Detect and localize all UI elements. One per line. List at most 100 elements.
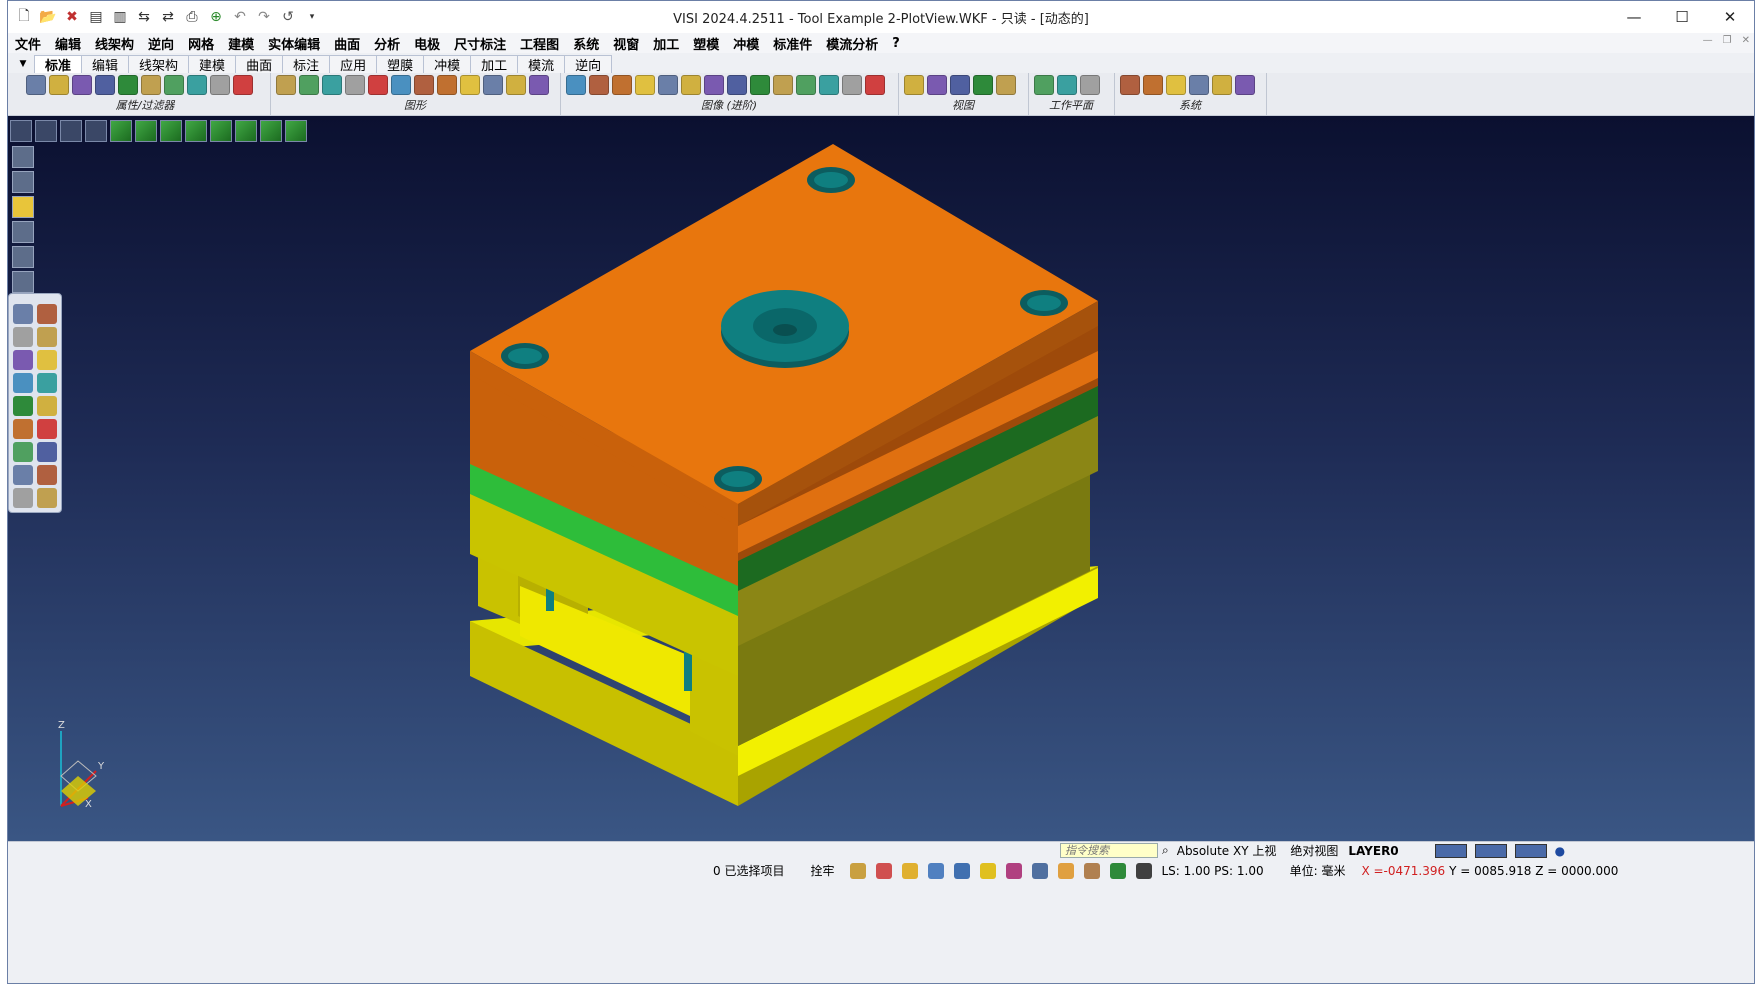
tab-standard[interactable]: 标准 bbox=[34, 55, 83, 74]
menu-standard-parts[interactable]: 标准件 bbox=[766, 34, 819, 53]
menu-reverse[interactable]: 逆向 bbox=[141, 34, 181, 53]
absolute-view-label[interactable]: 绝对视图 bbox=[1290, 842, 1338, 859]
view-plane-label[interactable]: Absolute XY 上视 bbox=[1177, 842, 1277, 859]
ribbon-tool-icon[interactable] bbox=[1120, 75, 1140, 95]
tab-annotate[interactable]: 标注 bbox=[282, 55, 331, 74]
menu-drawing[interactable]: 工程图 bbox=[513, 34, 566, 53]
menu-electrode[interactable]: 电极 bbox=[407, 34, 447, 53]
tab-edit[interactable]: 编辑 bbox=[81, 55, 130, 74]
ribbon-tool-icon[interactable] bbox=[506, 75, 526, 95]
ribbon-tool-icon[interactable] bbox=[118, 75, 138, 95]
ribbon-tool-icon[interactable] bbox=[973, 75, 993, 95]
ruler-icon[interactable] bbox=[1084, 862, 1101, 879]
ribbon-tool-icon[interactable] bbox=[141, 75, 161, 95]
ribbon-tool-icon[interactable] bbox=[276, 75, 296, 95]
tab-surface[interactable]: 曲面 bbox=[235, 55, 284, 74]
menu-surface[interactable]: 曲面 bbox=[327, 34, 367, 53]
menu-dimension[interactable]: 尺寸标注 bbox=[447, 34, 513, 53]
snap-icon[interactable] bbox=[1006, 862, 1023, 879]
tab-wireframe[interactable]: 线架构 bbox=[128, 55, 190, 74]
ribbon-tool-icon[interactable] bbox=[1034, 75, 1054, 95]
ribbon-tool-icon[interactable] bbox=[819, 75, 839, 95]
ribbon-tool-icon[interactable] bbox=[773, 75, 793, 95]
menu-mesh[interactable]: 网格 bbox=[181, 34, 221, 53]
pencil-icon[interactable] bbox=[850, 862, 867, 879]
ribbon-tool-icon[interactable] bbox=[842, 75, 862, 95]
ribbon-tool-icon[interactable] bbox=[483, 75, 503, 95]
menu-view[interactable]: 视窗 bbox=[606, 34, 646, 53]
maximize-button[interactable]: ☐ bbox=[1658, 1, 1706, 33]
ribbon-tool-icon[interactable] bbox=[865, 75, 885, 95]
color-swatch-1[interactable] bbox=[1434, 843, 1467, 858]
ribbon-tool-icon[interactable] bbox=[529, 75, 549, 95]
ribbon-tool-icon[interactable] bbox=[1057, 75, 1077, 95]
menu-flow-analysis[interactable]: 模流分析 bbox=[819, 34, 885, 53]
tab-reverse[interactable]: 逆向 bbox=[564, 55, 613, 74]
mdi-minimize-icon[interactable]: — bbox=[1703, 35, 1713, 46]
ribbon-tool-icon[interactable] bbox=[612, 75, 632, 95]
ribbon-tool-icon[interactable] bbox=[566, 75, 586, 95]
tab-mould[interactable]: 塑膜 bbox=[376, 55, 425, 74]
ribbon-tool-icon[interactable] bbox=[904, 75, 924, 95]
ribbon-tool-icon[interactable] bbox=[72, 75, 92, 95]
ribbon-tool-icon[interactable] bbox=[750, 75, 770, 95]
ribbon-tool-icon[interactable] bbox=[635, 75, 655, 95]
ribbon-tool-icon[interactable] bbox=[681, 75, 701, 95]
close-button[interactable]: ✕ bbox=[1706, 1, 1754, 33]
menu-mould[interactable]: 塑模 bbox=[686, 34, 726, 53]
3d-viewport[interactable]: Z Y X bbox=[8, 116, 1754, 841]
mdi-close-icon[interactable]: ✕ bbox=[1742, 35, 1750, 46]
tab-die[interactable]: 冲模 bbox=[423, 55, 472, 74]
menu-analysis[interactable]: 分析 bbox=[367, 34, 407, 53]
color-swatch-3[interactable] bbox=[1514, 843, 1547, 858]
ribbon-tool-icon[interactable] bbox=[368, 75, 388, 95]
grid-icon[interactable] bbox=[1136, 862, 1153, 879]
help-icon[interactable] bbox=[954, 862, 971, 879]
ribbon-tool-icon[interactable] bbox=[996, 75, 1016, 95]
ribbon-tool-icon[interactable] bbox=[704, 75, 724, 95]
layer-label[interactable]: LAYER0 bbox=[1348, 844, 1398, 858]
mdi-restore-icon[interactable]: ❐ bbox=[1723, 35, 1732, 46]
menu-system[interactable]: 系统 bbox=[566, 34, 606, 53]
ribbon-tool-icon[interactable] bbox=[164, 75, 184, 95]
settings-icon[interactable] bbox=[902, 862, 919, 879]
ribbon-tool-icon[interactable] bbox=[658, 75, 678, 95]
menu-solid-edit[interactable]: 实体编辑 bbox=[261, 34, 327, 53]
search-icon[interactable]: ⌕ bbox=[1162, 843, 1169, 858]
ribbon-tool-icon[interactable] bbox=[233, 75, 253, 95]
tab-flow[interactable]: 模流 bbox=[517, 55, 566, 74]
filter-icon[interactable] bbox=[876, 862, 893, 879]
ribbon-tool-icon[interactable] bbox=[796, 75, 816, 95]
ribbon-tool-icon[interactable] bbox=[437, 75, 457, 95]
ribbon-tool-icon[interactable] bbox=[322, 75, 342, 95]
tab-modeling[interactable]: 建模 bbox=[188, 55, 237, 74]
ribbon-tool-icon[interactable] bbox=[345, 75, 365, 95]
menu-die[interactable]: 冲模 bbox=[726, 34, 766, 53]
menu-machining[interactable]: 加工 bbox=[646, 34, 686, 53]
ribbon-tool-icon[interactable] bbox=[1212, 75, 1232, 95]
menu-wireframe[interactable]: 线架构 bbox=[88, 34, 141, 53]
ribbon-tool-icon[interactable] bbox=[187, 75, 207, 95]
ribbon-tool-icon[interactable] bbox=[1143, 75, 1163, 95]
ribbon-tool-icon[interactable] bbox=[1189, 75, 1209, 95]
ribbon-tool-icon[interactable] bbox=[414, 75, 434, 95]
globe-icon[interactable]: ● bbox=[1555, 844, 1565, 858]
ribbon-tool-icon[interactable] bbox=[299, 75, 319, 95]
link-icon[interactable] bbox=[1032, 862, 1049, 879]
ribbon-tool-icon[interactable] bbox=[26, 75, 46, 95]
tab-application[interactable]: 应用 bbox=[329, 55, 378, 74]
ribbon-tool-icon[interactable] bbox=[460, 75, 480, 95]
ribbon-tool-icon[interactable] bbox=[727, 75, 747, 95]
menu-modeling[interactable]: 建模 bbox=[221, 34, 261, 53]
ribbon-tool-icon[interactable] bbox=[49, 75, 69, 95]
ribbon-tool-icon[interactable] bbox=[1166, 75, 1186, 95]
menu-edit[interactable]: 编辑 bbox=[48, 34, 88, 53]
ribbon-tool-icon[interactable] bbox=[210, 75, 230, 95]
layers-icon[interactable] bbox=[928, 862, 945, 879]
ribbon-tool-icon[interactable] bbox=[1080, 75, 1100, 95]
tab-machining[interactable]: 加工 bbox=[470, 55, 519, 74]
lock-toggle[interactable]: 拴牢 bbox=[810, 862, 834, 879]
menu-help[interactable]: ? bbox=[885, 36, 907, 51]
refresh-icon[interactable] bbox=[1110, 862, 1127, 879]
command-search-input[interactable]: 指令搜索 bbox=[1060, 843, 1158, 858]
